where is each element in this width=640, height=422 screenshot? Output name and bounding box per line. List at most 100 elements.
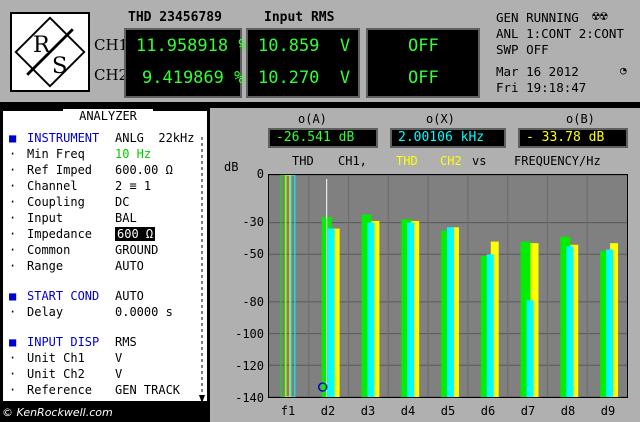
legend-thd2: THD xyxy=(396,154,418,168)
legend-ch1: CH1, xyxy=(338,154,367,168)
analyzer-row-value[interactable]: GROUND xyxy=(115,243,158,257)
analyzer-row-value[interactable]: V xyxy=(115,367,122,381)
analyzer-row-value[interactable]: AUTO xyxy=(115,259,144,273)
cursor-b-readout[interactable]: - 33.78 dB xyxy=(518,128,628,148)
off2-value: OFF xyxy=(408,68,439,88)
analyzer-row-label: Channel xyxy=(27,179,78,193)
analyzer-row-value[interactable]: RMS xyxy=(115,335,137,349)
legend-thd: THD xyxy=(292,154,314,168)
copyright-notice: © KenRockwell.com xyxy=(2,406,113,419)
bar-series2-d7[interactable] xyxy=(526,300,534,397)
anl-status: ANL 1:CONT 2:CONT xyxy=(496,26,624,41)
analyzer-row-value[interactable]: DC xyxy=(115,195,129,209)
analyzer-row-label: Range xyxy=(27,259,64,273)
rms-header-label: Input RMS xyxy=(264,10,335,25)
scroll-down-icon[interactable] xyxy=(199,395,205,403)
row-bullet-icon: · xyxy=(9,147,17,161)
bar-series2-d5[interactable] xyxy=(447,227,454,397)
bar-series2-d9[interactable] xyxy=(606,249,614,397)
section-bullet-icon: ■ xyxy=(9,335,17,349)
cursor-x-readout[interactable]: 2.00106 kHz xyxy=(390,128,506,148)
x-tick-label: d4 xyxy=(400,404,416,418)
analyzer-row-value[interactable]: 600.00 Ω xyxy=(115,163,173,177)
analyzer-row-label: Delay xyxy=(27,305,64,319)
analyzer-row-value[interactable]: 2 ≡ 1 xyxy=(115,179,151,193)
bar-series2-d4[interactable] xyxy=(407,222,415,397)
analyzer-panel: ANALYZER ■ INSTRUMENT ANLG 22kHz · Min Freq 1… xyxy=(0,108,210,404)
cursor-a-readout[interactable]: -26.541 dB xyxy=(268,128,378,148)
harmonics-plot[interactable] xyxy=(268,174,628,398)
row-bullet-icon: · xyxy=(9,259,17,273)
x-tick-label: d9 xyxy=(600,404,616,418)
row-bullet-icon: · xyxy=(9,383,17,397)
bar-series2-d3[interactable] xyxy=(367,222,375,397)
logo-graphic: R S xyxy=(12,14,88,90)
x-tick-label: d3 xyxy=(360,404,376,418)
ch2-thd-value: 9.419869 % xyxy=(142,68,245,88)
analyzer-row-label: Common xyxy=(27,243,71,257)
analyzer-row-value[interactable]: 0.0000 s xyxy=(115,305,173,319)
x-tick-label: f1 xyxy=(280,404,296,418)
analyzer-row-label: Input xyxy=(27,211,64,225)
ch1-label: CH1 xyxy=(94,36,129,54)
ch2-rms-value: 10.270 V xyxy=(258,68,351,88)
bar-series2-d6[interactable] xyxy=(486,254,494,397)
ch1-rms-value: 10.859 V xyxy=(258,36,351,56)
bar-series2-d8[interactable] xyxy=(566,246,574,397)
cursor-x-label: o(X) xyxy=(426,112,455,126)
row-bullet-icon: · xyxy=(9,367,17,381)
rms-display: 10.859 V 10.270 V xyxy=(246,28,360,98)
row-bullet-icon: · xyxy=(9,243,17,257)
x-tick-label: d8 xyxy=(560,404,576,418)
y-tick-label: 0 xyxy=(256,167,264,181)
analyzer-row-label: Ref Imped xyxy=(27,163,93,177)
date-display: Mar 16 2012 xyxy=(496,64,579,79)
legend-frequency: FREQUENCY/Hz xyxy=(514,154,601,168)
analyzer-row-label: Impedance xyxy=(27,227,93,241)
row-bullet-icon: · xyxy=(9,351,17,365)
row-bullet-icon: · xyxy=(9,163,17,177)
analyzer-row-label: Unit Ch2 xyxy=(27,367,85,381)
legend-vs: vs xyxy=(472,154,487,168)
gen-status: GEN RUNNING xyxy=(496,10,579,25)
analyzer-row-value[interactable]: BAL xyxy=(115,211,137,225)
row-bullet-icon: · xyxy=(9,179,17,193)
clock-icon: ◔ xyxy=(620,64,627,77)
rs-logo: R S xyxy=(10,12,90,92)
graph-panel: o(A) o(X) o(B) -26.541 dB 2.00106 kHz - … xyxy=(208,108,640,422)
analyzer-row-label: Unit Ch1 xyxy=(27,351,85,365)
thd-header-label: THD 23456789 xyxy=(128,10,222,25)
analyzer-row-label: START COND xyxy=(27,289,100,303)
svg-text:S: S xyxy=(52,53,68,79)
section-bullet-icon: ■ xyxy=(9,289,17,303)
aux-display: OFF OFF xyxy=(366,28,480,98)
row-bullet-icon: · xyxy=(9,211,17,225)
bar-series2-d2[interactable] xyxy=(327,228,335,397)
section-bullet-icon: ■ xyxy=(9,131,17,145)
gen-running-icon: ☢☢ xyxy=(592,9,608,24)
analyzer-row-value[interactable]: 600 Ω xyxy=(115,227,156,241)
row-bullet-icon: · xyxy=(9,227,17,241)
graph-legend: dB THD CH1, THD CH2 vs FREQUENCY/Hz xyxy=(210,154,640,174)
y-tick-label: -80 xyxy=(242,295,264,309)
y-tick-label: -120 xyxy=(235,359,264,373)
analyzer-row-value[interactable]: AUTO xyxy=(115,289,144,303)
x-tick-label: d7 xyxy=(520,404,536,418)
analyzer-row-value[interactable]: V xyxy=(115,351,122,365)
legend-ch2: CH2 xyxy=(440,154,462,168)
row-bullet-icon: · xyxy=(9,195,17,209)
analyzer-row-label: INSTRUMENT xyxy=(27,131,100,145)
row-bullet-icon: · xyxy=(9,305,17,319)
ch2-label: CH2 xyxy=(94,66,129,84)
cursor-b-label: o(B) xyxy=(566,112,595,126)
thd-display: 11.958918 % 9.419869 % xyxy=(124,28,249,98)
analyzer-row-value[interactable]: GEN TRACK xyxy=(115,383,180,397)
x-tick-label: d5 xyxy=(440,404,456,418)
analyzer-row-value[interactable]: 10 Hz xyxy=(115,147,151,161)
off1-value: OFF xyxy=(408,36,439,56)
analyzer-row-label: Reference xyxy=(27,383,93,397)
analyzer-scrollbar[interactable] xyxy=(199,133,205,403)
analyzer-row-value[interactable]: ANLG 22kHz xyxy=(115,131,194,145)
x-tick-label: d2 xyxy=(320,404,336,418)
ch1-thd-value: 11.958918 % xyxy=(136,36,249,56)
